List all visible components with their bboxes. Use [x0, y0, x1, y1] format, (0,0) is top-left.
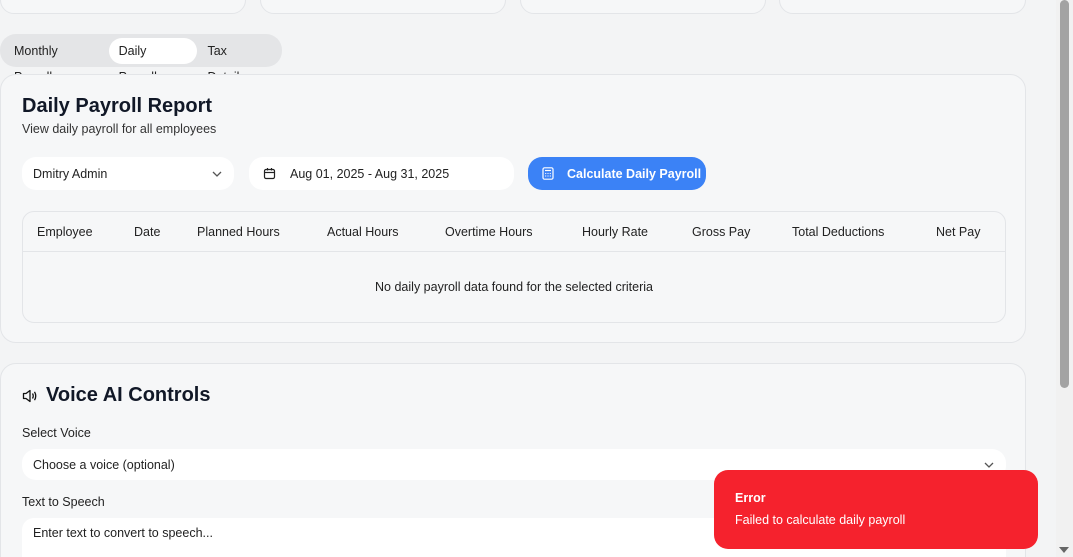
column-header-employee[interactable]: Employee — [37, 225, 93, 239]
calculator-icon — [542, 167, 554, 180]
text-to-speech-placeholder: Enter text to convert to speech... — [33, 526, 213, 540]
chevron-down-icon — [212, 171, 222, 177]
select-voice-label: Select Voice — [22, 426, 91, 440]
date-range-value: Aug 01, 2025 - Aug 31, 2025 — [290, 166, 450, 181]
date-range-picker[interactable]: Aug 01, 2025 - Aug 31, 2025 — [249, 157, 514, 190]
summary-card-3 — [520, 0, 766, 14]
voice-title-text: Voice AI Controls — [46, 384, 211, 406]
empty-state-message: No daily payroll data found for the sele… — [375, 280, 653, 294]
scrollbar-thumb[interactable] — [1060, 0, 1069, 388]
tab-monthly-payroll[interactable]: Monthly Payroll — [4, 38, 109, 84]
toast-title: Error — [735, 491, 766, 505]
daily-payroll-report-card: Daily Payroll Report View daily payroll … — [0, 74, 1026, 343]
error-toast[interactable]: Error Failed to calculate daily payroll — [714, 470, 1038, 549]
report-subtitle: View daily payroll for all employees — [22, 122, 217, 136]
column-header-hourly-rate[interactable]: Hourly Rate — [582, 225, 648, 239]
calculate-button-label: Calculate Daily Payroll — [567, 166, 702, 181]
toast-message: Failed to calculate daily payroll — [735, 513, 906, 527]
report-title: Daily Payroll Report — [22, 95, 213, 117]
calculate-daily-payroll-button[interactable]: Calculate Daily Payroll — [528, 157, 706, 190]
column-header-gross-pay[interactable]: Gross Pay — [692, 225, 750, 239]
column-header-net-pay[interactable]: Net Pay — [936, 225, 980, 239]
column-header-actual-hours[interactable]: Actual Hours — [327, 225, 399, 239]
page-scrollbar[interactable] — [1056, 0, 1073, 557]
text-to-speech-label: Text to Speech — [22, 495, 105, 509]
voice-title: Voice AI Controls — [22, 384, 210, 407]
calendar-icon — [263, 168, 276, 180]
table-header: Employee Date Planned Hours Actual Hours… — [23, 212, 1005, 252]
chevron-down-icon — [984, 462, 994, 468]
voice-select-value: Choose a voice (optional) — [33, 457, 175, 472]
column-header-planned-hours[interactable]: Planned Hours — [197, 225, 280, 239]
tab-tax-details[interactable]: Tax Details — [197, 38, 278, 84]
summary-card-2 — [260, 0, 506, 14]
summary-card-4 — [779, 0, 1026, 14]
column-header-date[interactable]: Date — [134, 225, 160, 239]
scroll-down-arrow-icon[interactable] — [1059, 547, 1069, 553]
daily-payroll-table: Employee Date Planned Hours Actual Hours… — [22, 211, 1006, 323]
employee-select-value: Dmitry Admin — [33, 166, 108, 181]
column-header-total-deductions[interactable]: Total Deductions — [792, 225, 884, 239]
payroll-tabs: Monthly Payroll Daily Payroll Tax Detail… — [0, 34, 282, 84]
column-header-overtime-hours[interactable]: Overtime Hours — [445, 225, 533, 239]
summary-card-1 — [0, 0, 246, 14]
tab-daily-payroll[interactable]: Daily Payroll — [108, 37, 198, 84]
employee-select[interactable]: Dmitry Admin — [22, 157, 234, 190]
speaker-icon — [22, 389, 37, 402]
